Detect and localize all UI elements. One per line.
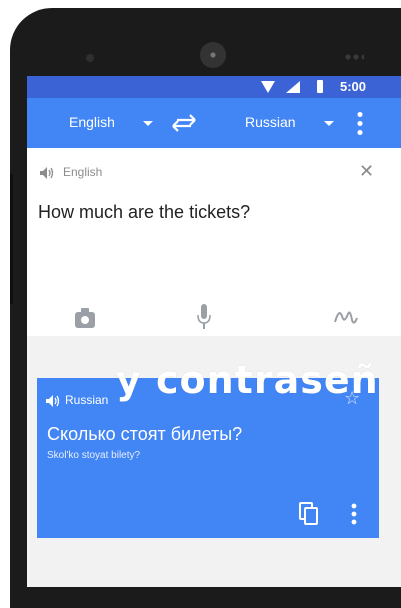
swap-arrows-icon[interactable] [171, 113, 197, 133]
camera-icon[interactable] [73, 306, 97, 330]
battery-icon [317, 80, 323, 93]
volume-icon[interactable] [40, 167, 54, 179]
speaker-grille [200, 42, 226, 68]
close-icon[interactable]: ✕ [359, 162, 374, 180]
handwriting-icon[interactable] [333, 306, 359, 328]
translation-result-card[interactable]: Russian ☆ Сколько стоят билеты? Skol'ko … [37, 378, 379, 538]
signal-icon [286, 81, 300, 93]
source-language-selector[interactable]: English [69, 114, 115, 130]
chevron-down-icon[interactable] [143, 121, 153, 126]
overlay-caption: y contraseñ [116, 358, 379, 402]
sensor-dots [344, 54, 364, 60]
more-options-icon[interactable] [357, 110, 363, 136]
translation-text: Сколько стоят билеты? [47, 424, 243, 444]
phone-screen: 5:00 English Russian English ✕ How much … [27, 76, 401, 587]
volume-icon[interactable] [46, 395, 60, 407]
transliteration-text: Skol'ko stoyat bilety? [47, 450, 141, 461]
status-time: 5:00 [340, 79, 367, 94]
microphone-icon[interactable] [197, 304, 211, 330]
overlay-text-fragment: e [363, 222, 388, 262]
more-options-icon[interactable] [351, 502, 357, 526]
chevron-down-icon[interactable] [324, 121, 334, 126]
language-toolbar: English Russian [27, 98, 401, 148]
status-bar: 5:00 [27, 76, 401, 98]
source-language-label: English [63, 165, 103, 179]
target-language-selector[interactable]: Russian [245, 114, 296, 130]
camera-dot [86, 54, 94, 62]
input-text[interactable]: How much are the tickets? [38, 202, 250, 223]
copy-icon[interactable] [299, 502, 319, 526]
wifi-icon [261, 81, 275, 93]
side-key [10, 174, 13, 304]
target-language-label: Russian [65, 393, 109, 407]
